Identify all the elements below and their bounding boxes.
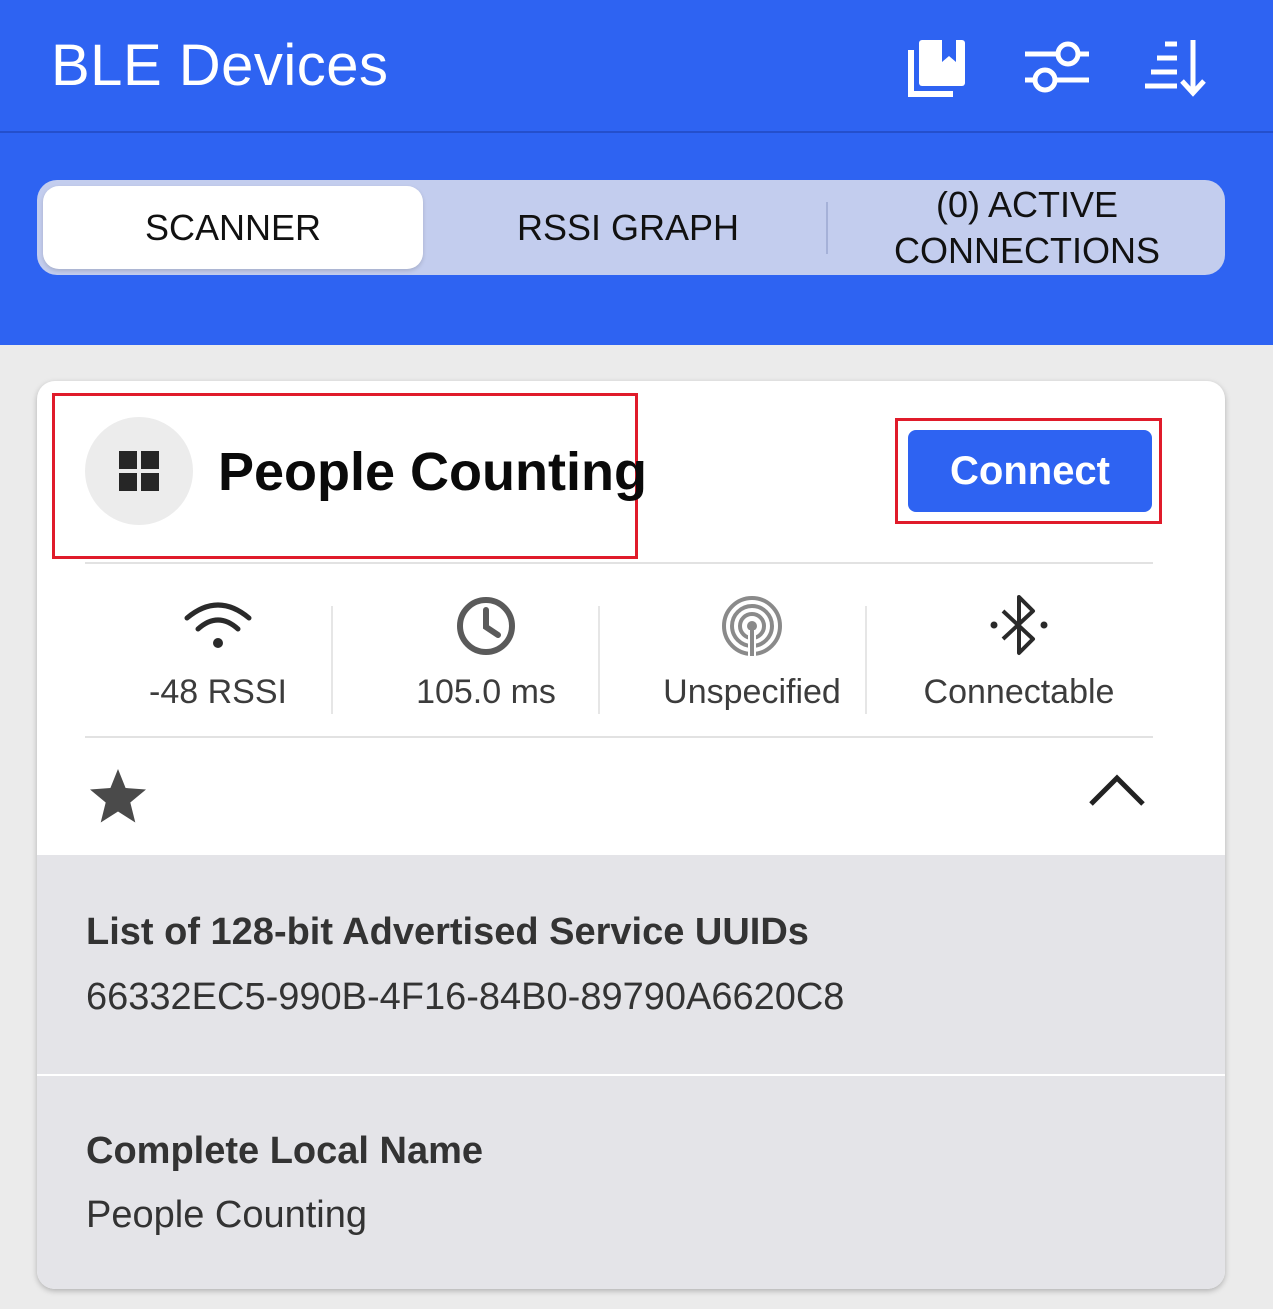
sort-icon[interactable] — [1142, 34, 1210, 102]
tab-active-connections[interactable]: (0) ACTIVE CONNECTIONS — [867, 180, 1187, 275]
rssi-value: -48 RSSI — [149, 673, 287, 711]
tab-divider — [826, 202, 828, 254]
connect-button[interactable]: Connect — [908, 430, 1152, 512]
detail-section-local-name: Complete Local Name People Counting — [37, 1076, 1225, 1289]
bluetooth-icon — [990, 595, 1048, 655]
app-bar: BLE Devices — [0, 0, 1273, 133]
stat-separator — [331, 606, 333, 714]
divider — [85, 736, 1153, 738]
stat-separator — [865, 606, 867, 714]
device-avatar — [85, 417, 193, 525]
grid-icon — [119, 451, 159, 491]
tabs-area: SCANNER RSSI GRAPH (0) ACTIVE CONNECTION… — [0, 133, 1273, 345]
tab-scanner[interactable]: SCANNER — [43, 186, 423, 269]
detail-value: People Counting — [86, 1194, 367, 1236]
app-title: BLE Devices — [51, 33, 389, 98]
chevron-up-icon[interactable] — [1087, 772, 1147, 813]
tab-bar: SCANNER RSSI GRAPH (0) ACTIVE CONNECTION… — [37, 180, 1225, 275]
device-name: People Counting — [218, 442, 647, 502]
connectable-status: Connectable — [923, 673, 1115, 711]
detail-title: Complete Local Name — [86, 1130, 483, 1172]
beacon-icon — [722, 596, 782, 658]
beacon-type: Unspecified — [663, 673, 841, 711]
clock-icon — [457, 597, 515, 655]
star-icon[interactable] — [88, 767, 148, 830]
stat-beacon: Unspecified — [619, 591, 885, 712]
stat-interval: 105.0 ms — [353, 591, 619, 712]
detail-section-uuids: List of 128-bit Advertised Service UUIDs… — [37, 855, 1225, 1074]
tab-rssi-graph[interactable]: RSSI GRAPH — [433, 180, 823, 275]
interval-value: 105.0 ms — [416, 673, 556, 711]
wifi-signal-icon — [184, 602, 252, 648]
stat-rssi: -48 RSSI — [85, 591, 351, 712]
device-card: People Counting Connect -48 RSSI 105.0 m… — [37, 381, 1225, 1289]
filter-sliders-icon[interactable] — [1022, 34, 1090, 102]
bookmarks-icon[interactable] — [903, 34, 971, 102]
stat-connectable: Connectable — [886, 591, 1152, 712]
divider — [85, 562, 1153, 564]
detail-title: List of 128-bit Advertised Service UUIDs — [86, 911, 809, 953]
stat-separator — [598, 606, 600, 714]
detail-value: 66332EC5-990B-4F16-84B0-89790A6620C8 — [86, 976, 845, 1018]
